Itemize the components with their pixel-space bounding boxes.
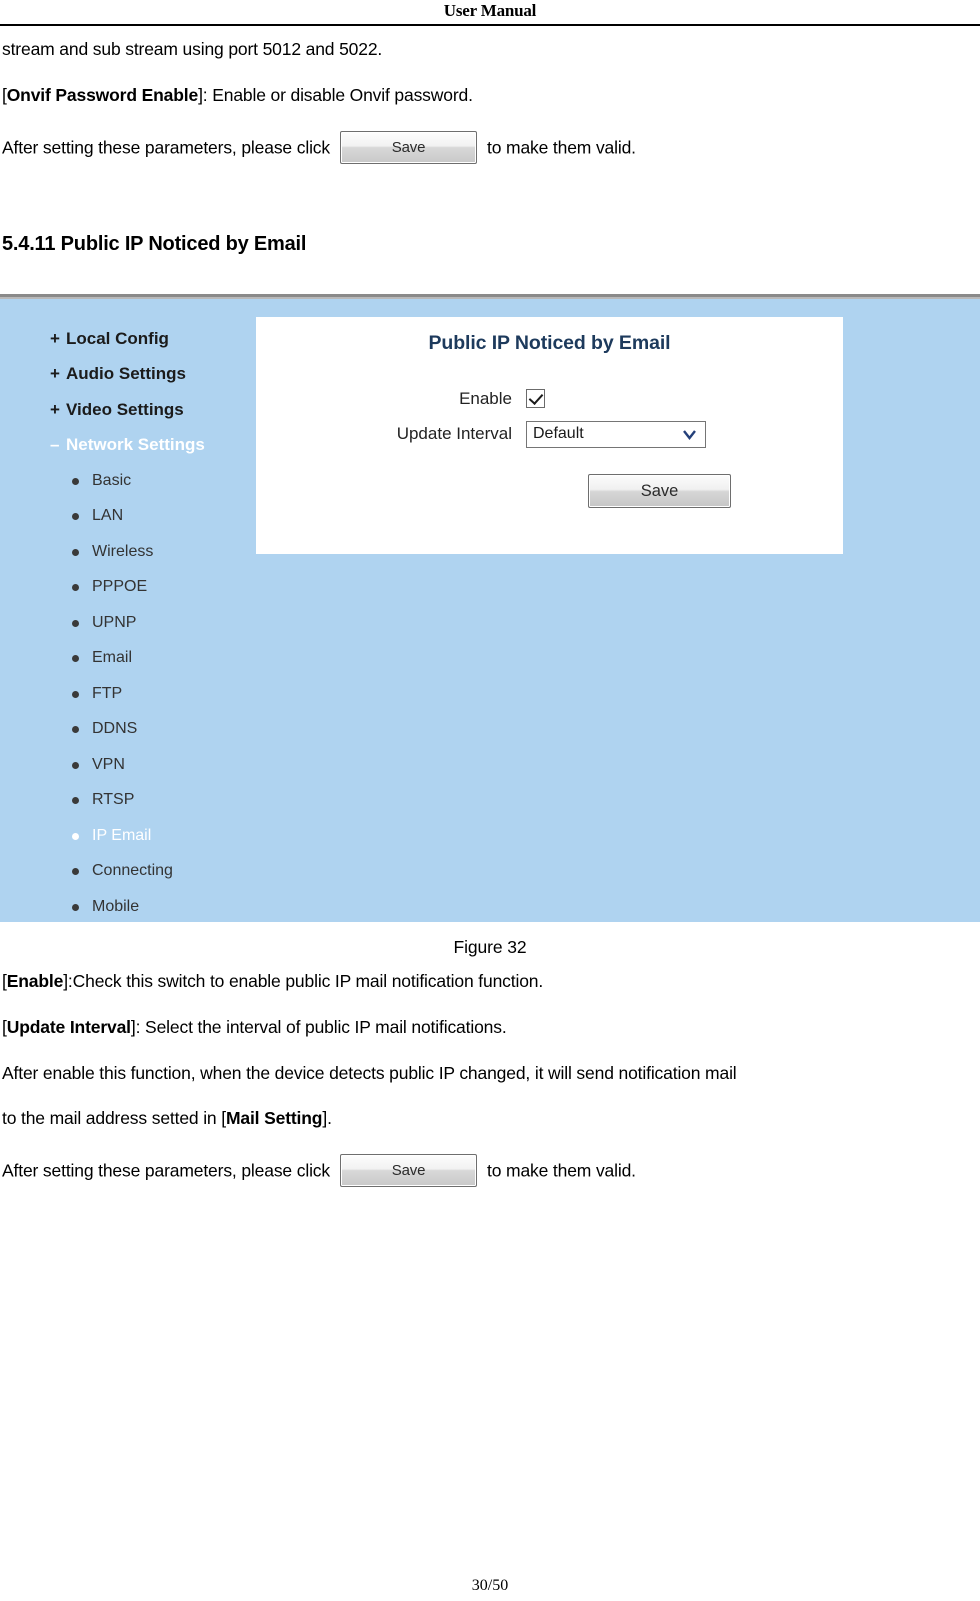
sidebar-group-local-config[interactable]: + Local Config	[50, 321, 256, 357]
sidebar-group-label: Network Settings	[66, 435, 205, 455]
enable-label: Enable	[459, 388, 512, 408]
expand-plus-icon: +	[50, 399, 60, 419]
sidebar-group-label: Local Config	[66, 328, 169, 348]
collapse-minus-icon: –	[50, 435, 60, 455]
sidebar-item-rtsp[interactable]: RTSP	[50, 782, 256, 818]
settings-panel: Public IP Noticed by Email Enable Update…	[256, 316, 843, 554]
intro-save-paragraph: After setting these parameters, please c…	[2, 130, 978, 167]
intro-save-suffix: to make them valid.	[487, 137, 636, 158]
interval-term: Update Interval	[6, 1016, 131, 1037]
enable-checkbox[interactable]	[526, 389, 545, 409]
intro-line-1: stream and sub stream using port 5012 an…	[2, 39, 383, 59]
panel-title: Public IP Noticed by Email	[428, 331, 671, 354]
update-interval-row: Update Interval Default	[266, 420, 843, 448]
sidebar-item-wireless[interactable]: Wireless	[50, 534, 256, 570]
enable-row: Enable	[266, 389, 843, 409]
update-interval-label: Update Interval	[396, 424, 512, 444]
intro-save-prefix: After setting these parameters, please c…	[2, 137, 331, 158]
sidebar-item-vpn[interactable]: VPN	[50, 747, 256, 783]
notification-paragraph-line2: to the mail address setted in [Mail Sett…	[2, 1108, 332, 1129]
expand-plus-icon: +	[50, 328, 60, 348]
sidebar-item-email[interactable]: Email	[50, 640, 256, 676]
sidebar-group-audio-settings[interactable]: + Audio Settings	[50, 356, 256, 392]
mail-setting-term: Mail Setting	[225, 1108, 323, 1129]
sidebar-item-mobile[interactable]: Mobile	[50, 889, 256, 922]
sidebar-item-ddns[interactable]: DDNS	[50, 711, 256, 747]
running-header: User Manual	[0, 0, 980, 24]
final-save-prefix: After setting these parameters, please c…	[2, 1160, 331, 1181]
page-number: 30/50	[471, 1577, 509, 1594]
sidebar-item-basic[interactable]: Basic	[50, 463, 256, 499]
sidebar-item-ftp[interactable]: FTP	[50, 676, 256, 712]
sidebar-group-label: Audio Settings	[66, 364, 186, 384]
onvif-paragraph: [Onvif Password Enable]: Enable or disab…	[2, 84, 473, 105]
sidebar-item-pppoe[interactable]: PPPOE	[50, 569, 256, 605]
sidebar-item-connecting[interactable]: Connecting	[50, 853, 256, 889]
figure-screenshot: + Local Config + Audio Settings + Video Set…	[0, 293, 980, 922]
final-save-paragraph: After setting these parameters, please c…	[2, 1154, 978, 1190]
expand-plus-icon: +	[50, 364, 60, 384]
running-header-title: User Manual	[443, 1, 537, 20]
notification-paragraph-line1: After enable this function, when the dev…	[2, 1062, 737, 1083]
settings-form: Enable Update Interval Default Save	[256, 389, 843, 508]
update-interval-value: Default	[533, 425, 584, 443]
section-heading: 5.4.11 Public IP Noticed by Email	[2, 232, 307, 255]
sidebar-item-lan[interactable]: LAN	[50, 498, 256, 534]
sidebar-item-upnp[interactable]: UPNP	[50, 605, 256, 641]
update-interval-select[interactable]: Default	[526, 420, 706, 448]
onvif-term: Onvif Password Enable	[6, 84, 199, 105]
enable-explanation: [Enable]:Check this switch to enable pub…	[2, 970, 544, 991]
chevron-down-icon	[682, 427, 697, 442]
sidebar-group-network-settings[interactable]: – Network Settings	[50, 427, 256, 463]
header-divider	[0, 24, 980, 26]
page-content: stream and sub stream using port 5012 an…	[0, 39, 980, 1190]
sidebar-group-label: Video Settings	[66, 399, 184, 419]
camera-sidebar: + Local Config + Audio Settings + Video Set…	[0, 321, 256, 922]
interval-explanation: [Update Interval]: Select the interval o…	[2, 1016, 507, 1037]
sidebar-group-video-settings[interactable]: + Video Settings	[50, 392, 256, 428]
panel-save-button[interactable]: Save	[588, 473, 731, 508]
figure-caption: Figure 32	[453, 936, 527, 957]
save-button[interactable]: Save	[340, 130, 478, 164]
enable-term: Enable	[6, 970, 64, 991]
save-button[interactable]: Save	[340, 1154, 478, 1188]
final-save-suffix: to make them valid.	[487, 1160, 636, 1181]
sidebar-item-ip-email[interactable]: IP Email	[50, 818, 256, 854]
